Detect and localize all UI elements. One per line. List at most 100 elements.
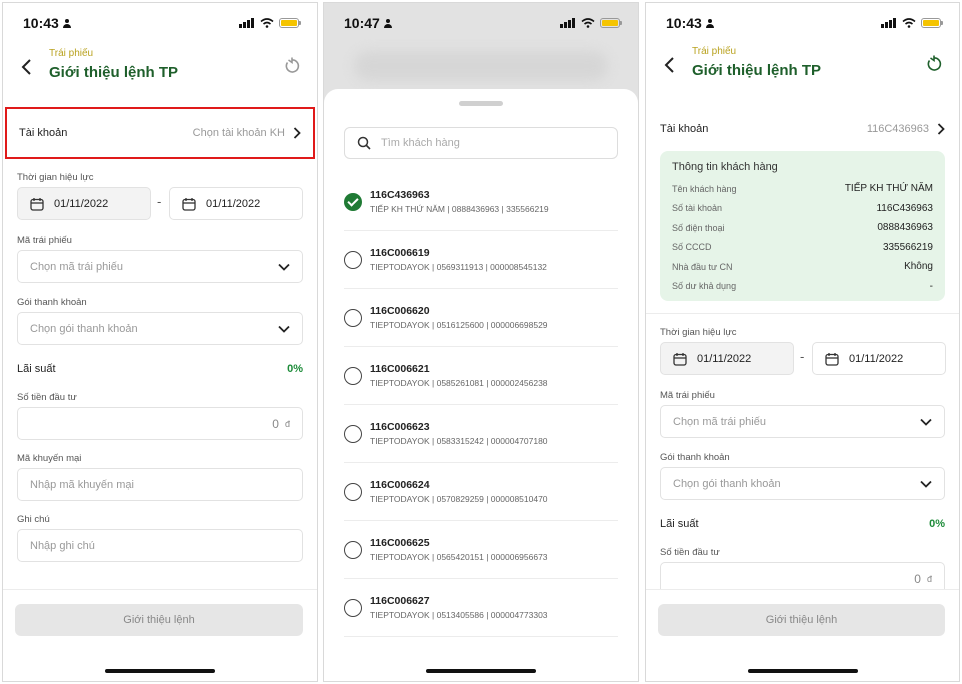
divider [646,313,959,314]
customer-desc: TIẾP KH THỨ NĂM | 0888436963 | 335566219 [370,204,549,214]
page-title: Giới thiệu lệnh TP [692,62,822,79]
back-icon[interactable] [17,57,37,77]
customer-desc: TIEPTODAYOK | 0516125600 | 000006698529 [370,320,548,330]
customer-code: 116C436963 [370,189,430,201]
home-indicator [105,669,215,673]
interest-row: Lãi suất 0% [660,518,945,530]
customer-code: 116C006620 [370,305,430,317]
amount-label: Số tiền đầu tư [660,547,720,558]
calendar-icon [673,352,687,366]
date-separator: - [157,194,162,209]
refresh-icon[interactable] [925,55,943,73]
note-input[interactable]: Nhập ghi chú [17,529,303,562]
info-name: TIẾP KH THỨ NĂM [844,183,933,195]
currency-unit: đ [284,418,290,429]
amount-value: 0 [272,416,279,431]
bond-code-select[interactable]: Chọn mã trái phiếu [660,405,945,438]
info-balance-label: Số dư khả dụng [672,281,737,292]
status-bar: 10:47 [324,3,638,43]
bottom-sheet: Tìm khách hàng 116C436963 TIẾP KH THỨ NĂM… [324,89,638,681]
calendar-icon [825,352,839,366]
account-selector[interactable]: Tài khoản 116C436963 [648,103,957,155]
list-item[interactable]: 116C006624 TIEPTODAYOK | 0570829259 | 000… [344,463,618,521]
list-item[interactable]: 116C436963 TIẾP KH THỨ NĂM | 0888436963 |… [344,173,618,231]
customer-list: 116C436963 TIẾP KH THỨ NĂM | 0888436963 |… [344,173,618,637]
note-label: Ghi chú [17,514,50,525]
info-acc-label: Số tài khoản [672,203,723,214]
wifi-icon [902,18,916,28]
search-icon [357,136,371,150]
date-from-field[interactable]: 01/11/2022 [660,342,794,375]
account-placeholder: Chọn tài khoản KH [192,127,285,139]
package-select[interactable]: Chọn gói thanh khoản [660,467,945,500]
customer-code: 116C006623 [370,421,430,433]
bond-code-select[interactable]: Chọn mã trái phiếu [17,250,303,283]
customer-search-input[interactable]: Tìm khách hàng [344,127,618,159]
radio-icon [344,366,362,385]
promo-input[interactable]: Nhập mã khuyến mại [17,468,303,501]
account-value: 116C436963 [866,123,929,135]
customer-desc: TIEPTODAYOK | 0565420151 | 000006956673 [370,552,548,562]
chevron-down-icon [278,263,290,271]
info-id: 335566219 [882,241,933,253]
page-subtitle: Trái phiếu [49,48,94,59]
calendar-icon [30,197,44,211]
radio-icon [344,250,362,269]
customer-code: 116C006624 [370,479,430,491]
info-phone-label: Số điện thoại [672,222,725,233]
list-item[interactable]: 116C006623 TIEPTODAYOK | 0583315242 | 000… [344,405,618,463]
amount-value: 0 [914,571,921,586]
interest-value: 0% [929,518,945,530]
account-label: Tài khoản [660,123,709,135]
customer-desc: TIEPTODAYOK | 0569311913 | 000008545132 [370,262,547,272]
date-to-value: 01/11/2022 [849,352,904,365]
date-to-field[interactable]: 01/11/2022 [169,187,303,220]
amount-input[interactable]: 0đ [17,407,303,440]
date-to-field[interactable]: 01/11/2022 [812,342,946,375]
status-time: 10:47 [344,15,380,31]
submit-button[interactable]: Giới thiệu lệnh [15,604,303,636]
customer-info-card: Thông tin khách hàng Tên khách hàng TIẾP … [660,151,945,301]
refresh-icon[interactable] [283,57,301,75]
bond-code-label: Mã trái phiếu [660,390,715,401]
package-select[interactable]: Chọn gói thanh khoản [17,312,303,345]
page-title: Giới thiệu lệnh TP [49,64,179,81]
info-pro-label: Nhà đầu tư CN [672,261,733,272]
radio-icon [344,308,362,327]
promo-placeholder: Nhập mã khuyến mại [30,478,134,491]
list-item[interactable]: 116C006621 TIEPTODAYOK | 0585261081 | 000… [344,347,618,405]
interest-label: Lãi suất [660,518,699,530]
back-icon[interactable] [660,55,680,75]
submit-button[interactable]: Giới thiệu lệnh [658,604,945,636]
radio-icon [344,540,362,559]
person-icon [62,18,71,28]
signal-icon [560,18,575,28]
person-icon [383,18,392,28]
interest-row: Lãi suất 0% [17,363,303,375]
list-item[interactable]: 116C006620 TIEPTODAYOK | 0516125600 | 000… [344,289,618,347]
package-label: Gói thanh khoản [17,297,87,308]
list-item[interactable]: 116C006625 TIEPTODAYOK | 0565420151 | 000… [344,521,618,579]
sheet-handle[interactable] [459,101,503,106]
page-subtitle: Trái phiếu [692,46,737,57]
validity-label: Thời gian hiệu lực [17,172,94,183]
customer-desc: TIEPTODAYOK | 0583315242 | 000004707180 [370,436,548,446]
list-item[interactable]: 116C006619 TIEPTODAYOK | 0569311913 | 000… [344,231,618,289]
info-pro: Không [904,261,933,273]
battery-icon [921,18,943,28]
signal-icon [881,18,896,28]
interest-value: 0% [287,363,303,375]
customer-code: 116C006627 [370,595,430,607]
list-item[interactable]: 116C006627 TIEPTODAYOK | 0513405586 | 000… [344,579,618,637]
account-selector[interactable]: Tài khoản Chọn tài khoản KH [5,107,315,159]
chevron-down-icon [920,418,932,426]
screen-order-form-selected: 10:43 Trái phiếu Giới thiệu lệnh TP Tài … [645,2,960,682]
date-from-field[interactable]: 01/11/2022 [17,187,151,220]
date-from-value: 01/11/2022 [697,352,752,365]
chevron-right-icon [293,127,301,139]
status-time: 10:43 [666,15,702,31]
battery-icon [279,18,301,28]
amount-label: Số tiền đầu tư [17,392,77,403]
promo-label: Mã khuyến mại [17,453,82,464]
info-name-label: Tên khách hàng [672,183,737,194]
